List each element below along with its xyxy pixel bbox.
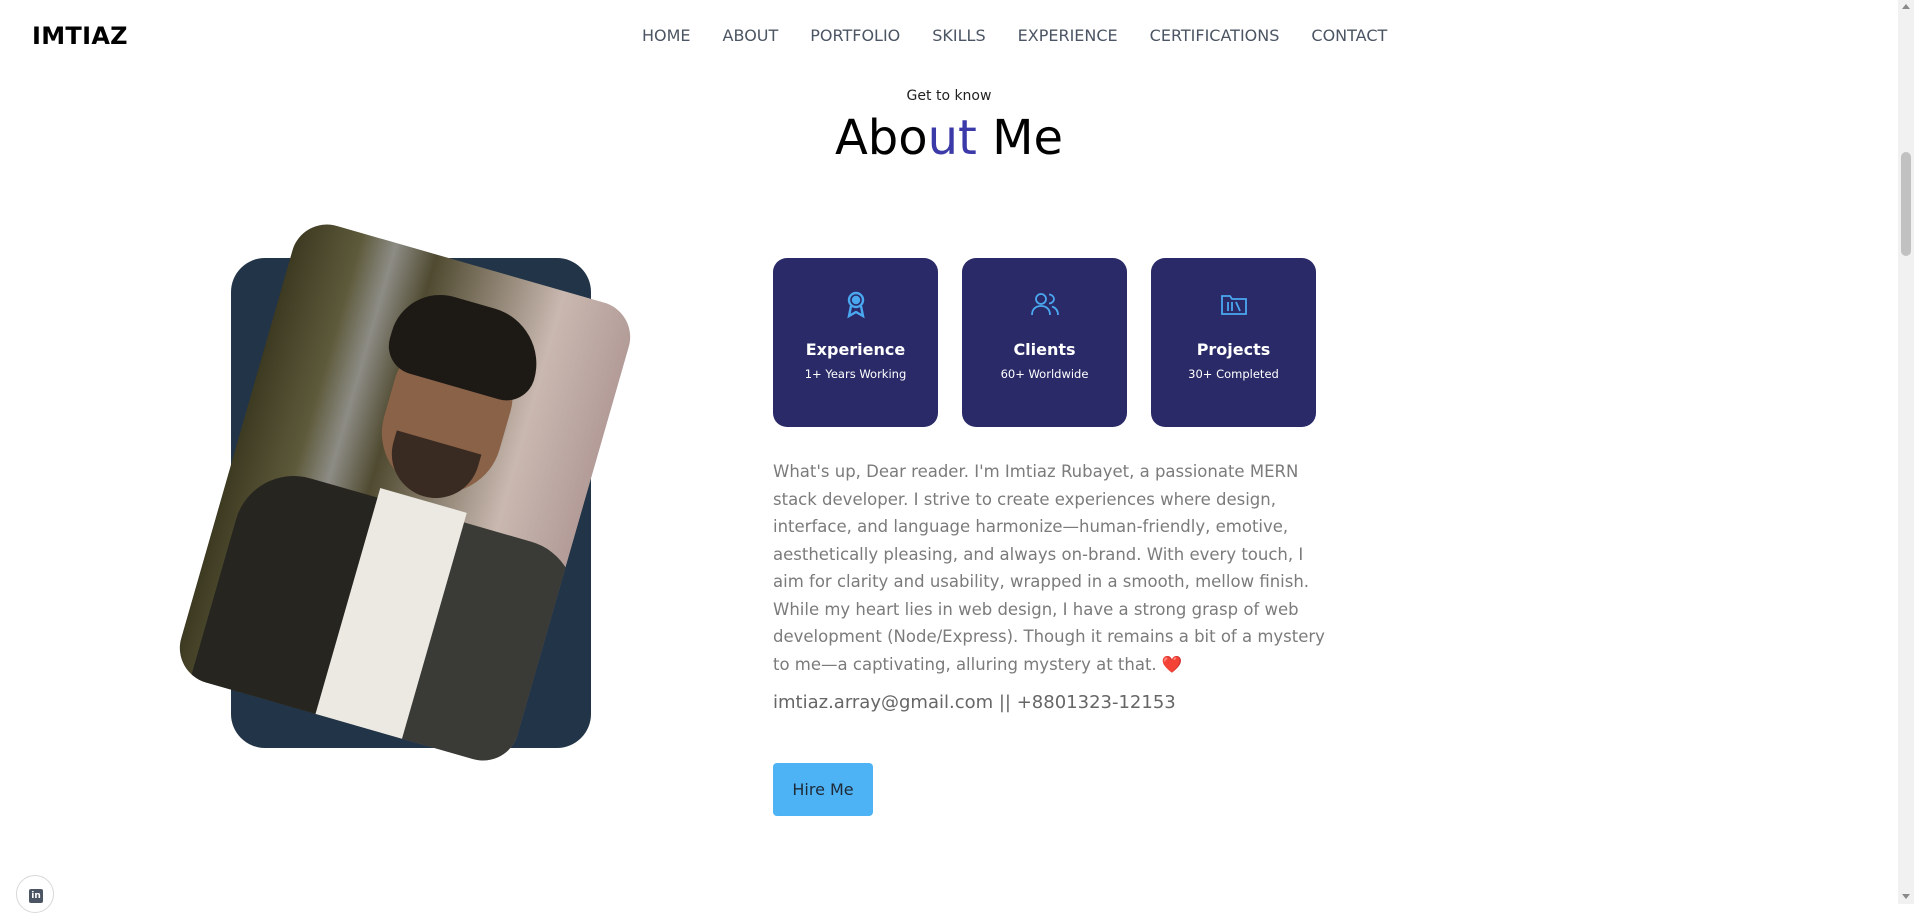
card-clients[interactable]: Clients 60+ Worldwide xyxy=(962,258,1127,427)
section-eyebrow: Get to know xyxy=(906,88,992,104)
heart-icon: ❤️ xyxy=(1161,654,1183,674)
title-part-2: Me xyxy=(976,110,1064,166)
nav-skills[interactable]: SKILLS xyxy=(932,26,985,45)
section-title: About Me xyxy=(0,110,1898,166)
users-icon xyxy=(1030,293,1059,316)
award-icon xyxy=(846,291,865,319)
bio-paragraph: What's up, Dear reader. I'm Imtiaz Rubay… xyxy=(773,458,1329,678)
site-logo[interactable]: IMTIAZ xyxy=(32,22,128,50)
scroll-down-icon[interactable] xyxy=(1902,894,1910,899)
scrollbar-thumb[interactable] xyxy=(1901,152,1911,256)
card-experience[interactable]: Experience 1+ Years Working xyxy=(773,258,938,427)
nav-certifications[interactable]: CERTIFICATIONS xyxy=(1150,26,1280,45)
nav-contact[interactable]: CONTACT xyxy=(1311,26,1387,45)
card-title: Projects xyxy=(1196,340,1271,359)
hire-me-button[interactable]: Hire Me xyxy=(773,763,873,816)
linkedin-icon: in xyxy=(29,889,43,903)
nav-portfolio[interactable]: PORTFOLIO xyxy=(810,26,900,45)
scrollbar[interactable] xyxy=(1898,0,1914,904)
navbar: IMTIAZ HOME ABOUT PORTFOLIO SKILLS EXPER… xyxy=(0,0,1898,74)
nav-about[interactable]: ABOUT xyxy=(723,26,779,45)
title-part-1: Abo xyxy=(834,110,928,166)
nav-home[interactable]: HOME xyxy=(642,26,691,45)
linkedin-button[interactable]: in xyxy=(16,875,54,913)
title-accent: ut xyxy=(927,110,977,166)
scroll-up-icon[interactable] xyxy=(1902,4,1910,9)
card-subtitle: 30+ Completed xyxy=(1188,367,1279,381)
folder-icon xyxy=(1220,295,1247,315)
bio-text: What's up, Dear reader. I'm Imtiaz Rubay… xyxy=(773,462,1325,674)
card-title: Experience xyxy=(805,340,906,359)
nav-links: HOME ABOUT PORTFOLIO SKILLS EXPERIENCE C… xyxy=(642,26,1419,45)
card-title: Clients xyxy=(1013,340,1076,359)
nav-experience[interactable]: EXPERIENCE xyxy=(1018,26,1118,45)
contact-info[interactable]: imtiaz.array@gmail.com || +8801323-12153 xyxy=(773,692,1176,713)
stats-cards: Experience 1+ Years Working Clients 60+ … xyxy=(773,258,1316,427)
card-projects[interactable]: Projects 30+ Completed xyxy=(1151,258,1316,427)
card-subtitle: 1+ Years Working xyxy=(804,367,907,381)
card-subtitle: 60+ Worldwide xyxy=(1000,367,1089,381)
